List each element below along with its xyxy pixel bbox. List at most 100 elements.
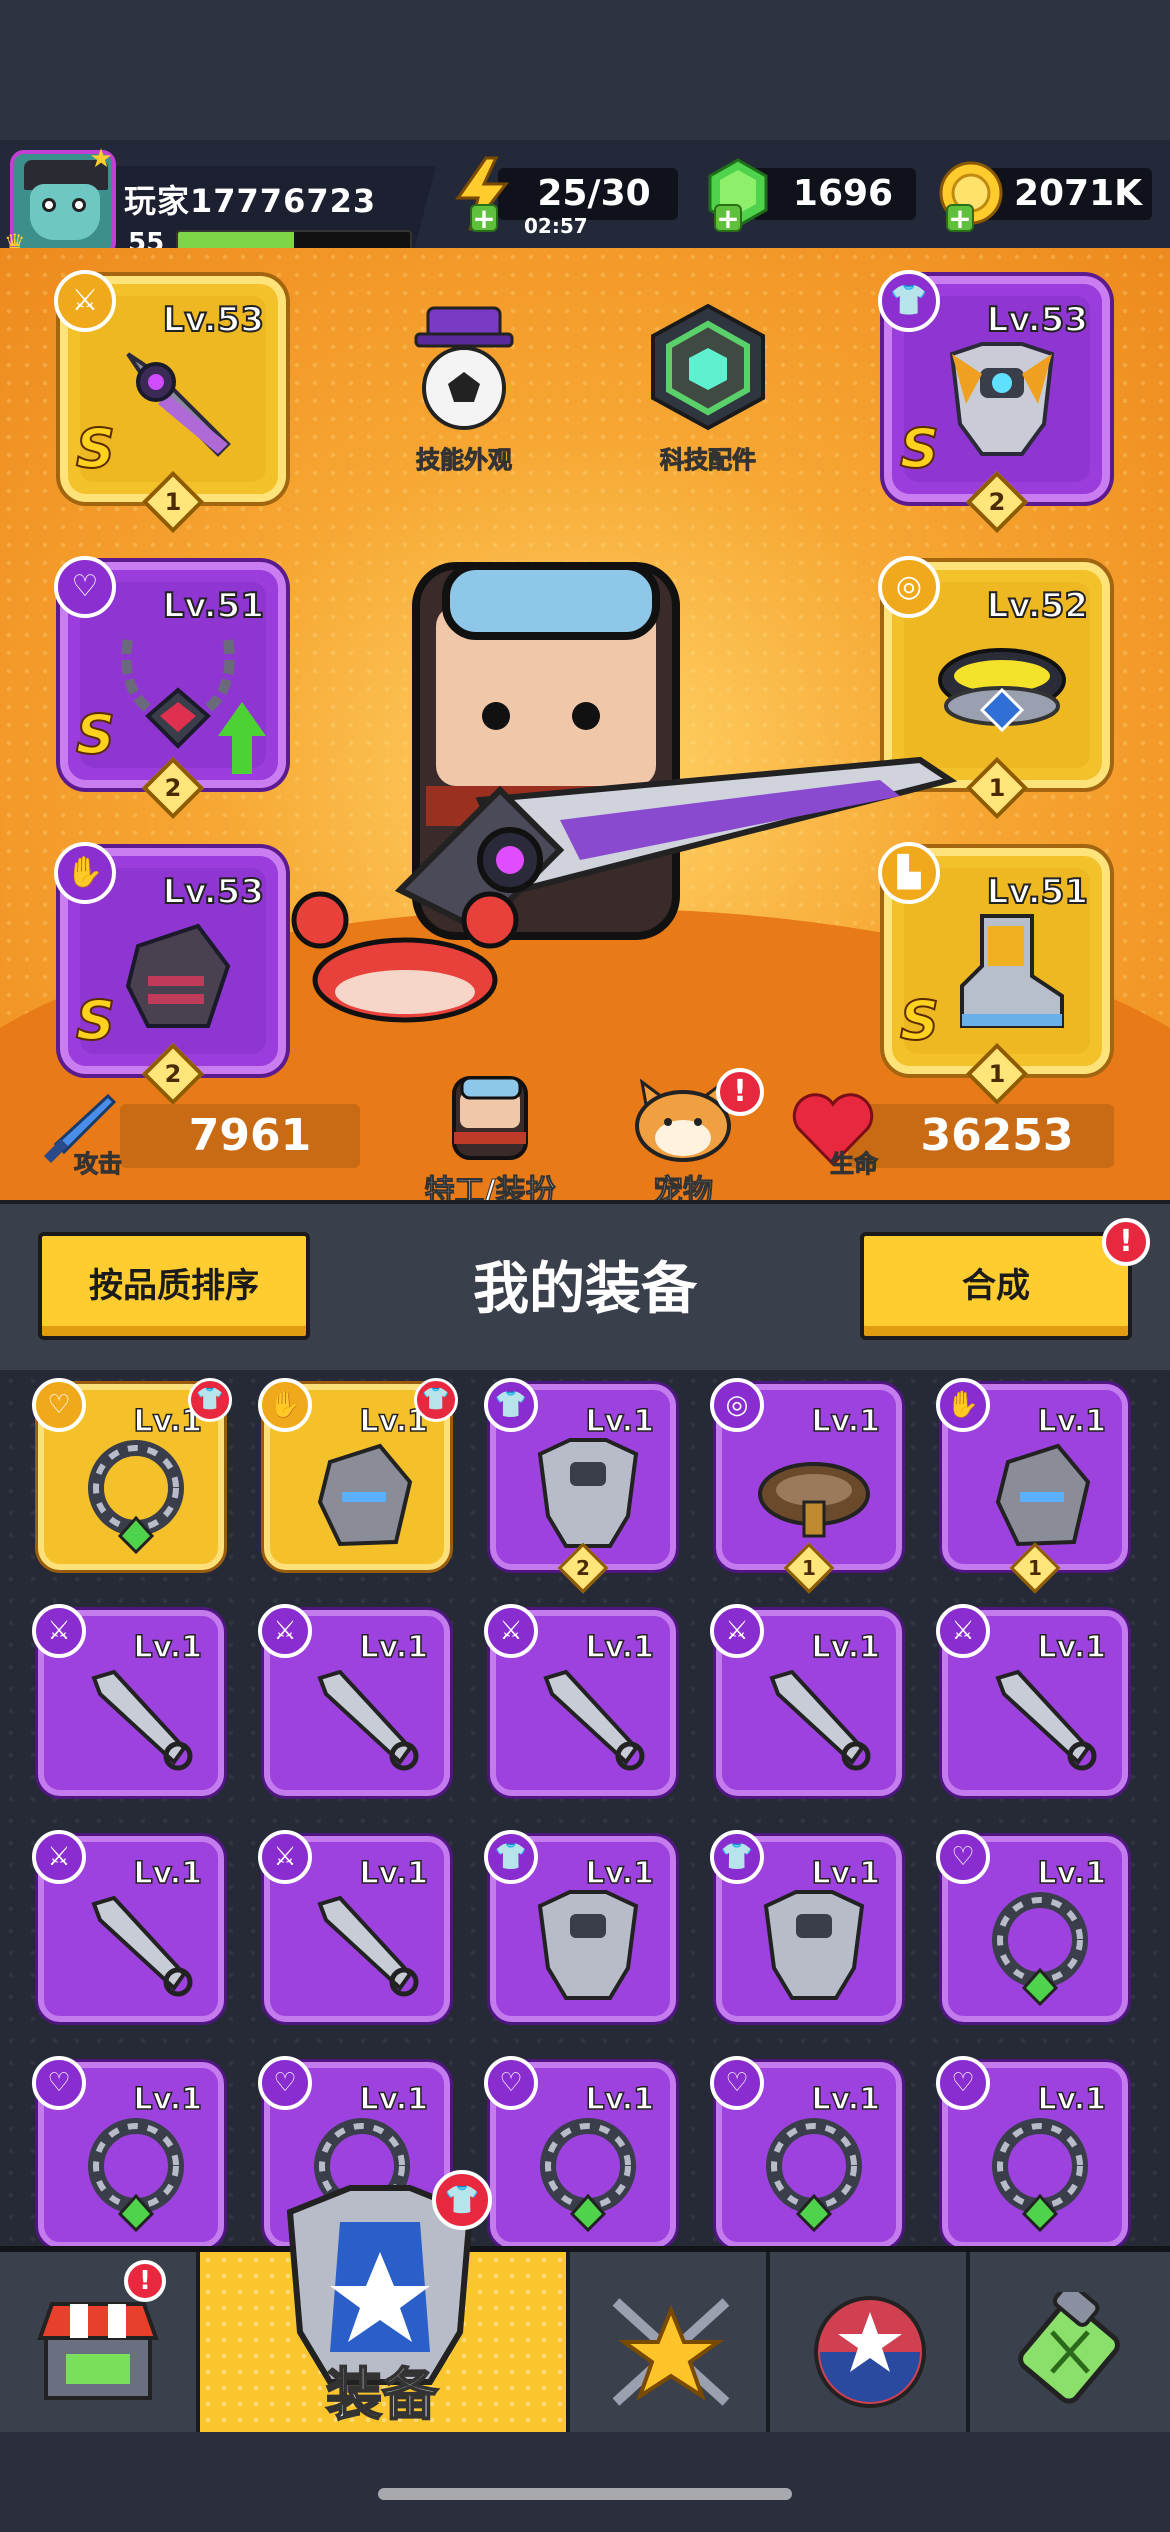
inventory-item[interactable]: ✋ Lv.1 1 bbox=[936, 1378, 1128, 1594]
weapon-type-icon: ⚔ bbox=[32, 1830, 86, 1884]
home-indicator[interactable] bbox=[378, 2488, 792, 2500]
inventory-item[interactable]: ✋ Lv.1 👕 bbox=[258, 1378, 458, 1570]
item-count: 1 bbox=[1028, 1556, 1042, 1580]
weapon-item-icon bbox=[769, 1669, 871, 1771]
weapon-type-icon: ⚔ bbox=[484, 1604, 538, 1658]
gloves-item-icon bbox=[995, 1443, 1091, 1547]
slot-stars: 1 bbox=[164, 488, 182, 516]
nav-equipment-label: 装备 bbox=[325, 2362, 439, 2429]
talent-orb-icon bbox=[814, 2296, 926, 2408]
energy-timer: 02:57 bbox=[524, 214, 588, 238]
slot-grade: S bbox=[75, 416, 116, 481]
gems-plus-icon[interactable]: + bbox=[714, 204, 742, 233]
inventory-item[interactable]: ⚔ Lv.1 bbox=[936, 1604, 1128, 1796]
necklace-type-icon: ♡ bbox=[32, 1378, 86, 1432]
coins-plus-icon[interactable]: + bbox=[946, 204, 974, 233]
inventory-item[interactable]: ♡ Lv.1 bbox=[32, 2056, 224, 2246]
nav-tab-shop[interactable]: ! bbox=[0, 2252, 200, 2432]
tech-parts-button[interactable]: 科技配件 bbox=[628, 302, 788, 475]
slot-stars: 1 bbox=[988, 774, 1006, 802]
belt-item-icon bbox=[758, 1462, 870, 1538]
armor-type-icon: 👕 bbox=[484, 1830, 538, 1884]
weapon-item-icon bbox=[317, 1895, 419, 1997]
inventory-item[interactable]: 👕 Lv.1 bbox=[710, 1830, 902, 2022]
slot-weapon[interactable]: ⚔ Lv.53 S 1 bbox=[54, 270, 286, 534]
necklace-type-icon: ♡ bbox=[936, 2056, 990, 2110]
weapon-item-icon bbox=[317, 1669, 419, 1771]
inventory-item[interactable]: 👕 Lv.1 bbox=[484, 1830, 676, 2022]
skill-skin-button[interactable]: 技能外观 bbox=[384, 302, 544, 475]
item-level: Lv.1 bbox=[585, 1629, 655, 1666]
necklace-type-icon: ♡ bbox=[54, 556, 116, 618]
pet-crab[interactable] bbox=[290, 880, 520, 1030]
hp-value: 36253 bbox=[920, 1110, 1074, 1161]
item-level: Lv.1 bbox=[359, 2081, 429, 2118]
armor-type-icon: 👕 bbox=[710, 1830, 764, 1884]
necklace-item-icon bbox=[766, 2118, 862, 2233]
inventory-item[interactable]: ♡ Lv.1 bbox=[710, 2056, 902, 2246]
slot-level: Lv.51 bbox=[162, 585, 265, 627]
status-strip bbox=[0, 0, 1170, 140]
inventory-grid: ♡ Lv.1 👕 ✋ Lv.1 👕 👕 Lv.1 2 ◎ Lv.1 1 ✋ Lv.1 1 ⚔ Lv.1 ⚔ Lv.1… bbox=[0, 1370, 1170, 2246]
slot-stars: 2 bbox=[988, 488, 1006, 516]
energy-plus-icon[interactable]: + bbox=[470, 204, 498, 233]
attack-label: 攻击 bbox=[74, 1150, 123, 1179]
inventory-item[interactable]: ⚔ Lv.1 bbox=[484, 1604, 676, 1796]
slot-grade: S bbox=[75, 988, 116, 1053]
inventory-item[interactable]: ⚔ Lv.1 bbox=[32, 1830, 224, 2022]
slot-necklace[interactable]: ♡ Lv.51 S 2 bbox=[54, 556, 286, 820]
inventory-item[interactable]: ⚔ Lv.1 bbox=[258, 1830, 450, 2022]
item-level: Lv.1 bbox=[1037, 1855, 1107, 1892]
gloves-type-icon: ✋ bbox=[936, 1378, 990, 1432]
item-level: Lv.1 bbox=[359, 1855, 429, 1892]
coins-value: 2071K bbox=[1013, 173, 1143, 214]
slot-level: Lv.53 bbox=[986, 299, 1089, 341]
item-level: Lv.1 bbox=[133, 1855, 203, 1892]
inventory-item[interactable]: ⚔ Lv.1 bbox=[32, 1604, 224, 1796]
inventory-item[interactable]: ◎ Lv.1 1 bbox=[710, 1378, 902, 1594]
agent-outfit-button[interactable]: 特工/装扮 bbox=[410, 1072, 570, 1210]
belt-icon bbox=[938, 648, 1066, 733]
weapon-type-icon: ⚔ bbox=[32, 1604, 86, 1658]
gloves-item-icon bbox=[317, 1443, 413, 1547]
player-name: 玩家17776723 bbox=[124, 182, 377, 220]
nav-tab-talents[interactable] bbox=[770, 2252, 970, 2432]
slot-gloves[interactable]: ✋ Lv.53 S 2 bbox=[54, 842, 286, 1106]
item-count: 2 bbox=[576, 1556, 590, 1580]
equipment-new-badge: 👕 bbox=[432, 2170, 492, 2230]
inventory-item[interactable]: ♡ Lv.1 bbox=[936, 1830, 1128, 2022]
item-level: Lv.1 bbox=[811, 1855, 881, 1892]
armor-item-icon bbox=[537, 1890, 639, 2000]
necklace-icon bbox=[121, 639, 235, 749]
slot-grade: S bbox=[899, 416, 940, 481]
item-level: Lv.1 bbox=[1037, 1403, 1107, 1440]
item-level: Lv.1 bbox=[811, 2081, 881, 2118]
weapon-type-icon: ⚔ bbox=[258, 1830, 312, 1884]
inventory-item[interactable]: ⚔ Lv.1 bbox=[258, 1604, 450, 1796]
inventory-item[interactable]: ⚔ Lv.1 bbox=[710, 1604, 902, 1796]
inventory-item[interactable]: 👕 Lv.1 2 bbox=[484, 1378, 676, 1594]
item-level: Lv.1 bbox=[585, 1855, 655, 1892]
weapon-item-icon bbox=[91, 1895, 193, 1997]
inventory-item[interactable]: ♡ Lv.1 bbox=[936, 2056, 1128, 2246]
armor-item-icon bbox=[763, 1890, 865, 2000]
gloves-type-icon: ✋ bbox=[258, 1378, 312, 1432]
merge-button[interactable]: 合成 bbox=[860, 1232, 1132, 1340]
item-level: Lv.1 bbox=[1037, 1629, 1107, 1666]
slot-armor[interactable]: 👕 Lv.53 S 2 bbox=[878, 270, 1110, 534]
slot-level: Lv.51 bbox=[986, 871, 1089, 913]
skill-skin-label: 技能外观 bbox=[416, 446, 513, 475]
attack-value: 7961 bbox=[188, 1110, 312, 1161]
inventory-item[interactable]: ♡ Lv.1 👕 bbox=[32, 1378, 232, 1570]
dna-capsule-icon bbox=[1018, 2292, 1120, 2404]
item-level: Lv.1 bbox=[133, 2081, 203, 2118]
new-armor-badge-icon: 👕 bbox=[414, 1378, 458, 1422]
necklace-type-icon: ♡ bbox=[936, 1830, 990, 1884]
inventory-item[interactable]: ♡ Lv.1 bbox=[484, 2056, 676, 2246]
nav-tab-equipment[interactable]: 👕 装备 bbox=[200, 2170, 570, 2432]
nav-tab-battle[interactable] bbox=[570, 2252, 770, 2432]
item-level: Lv.1 bbox=[133, 1629, 203, 1666]
upgrade-arrow-icon bbox=[218, 702, 266, 736]
merge-notification-badge: ! bbox=[1102, 1218, 1150, 1266]
nav-tab-evolution[interactable] bbox=[970, 2252, 1170, 2432]
